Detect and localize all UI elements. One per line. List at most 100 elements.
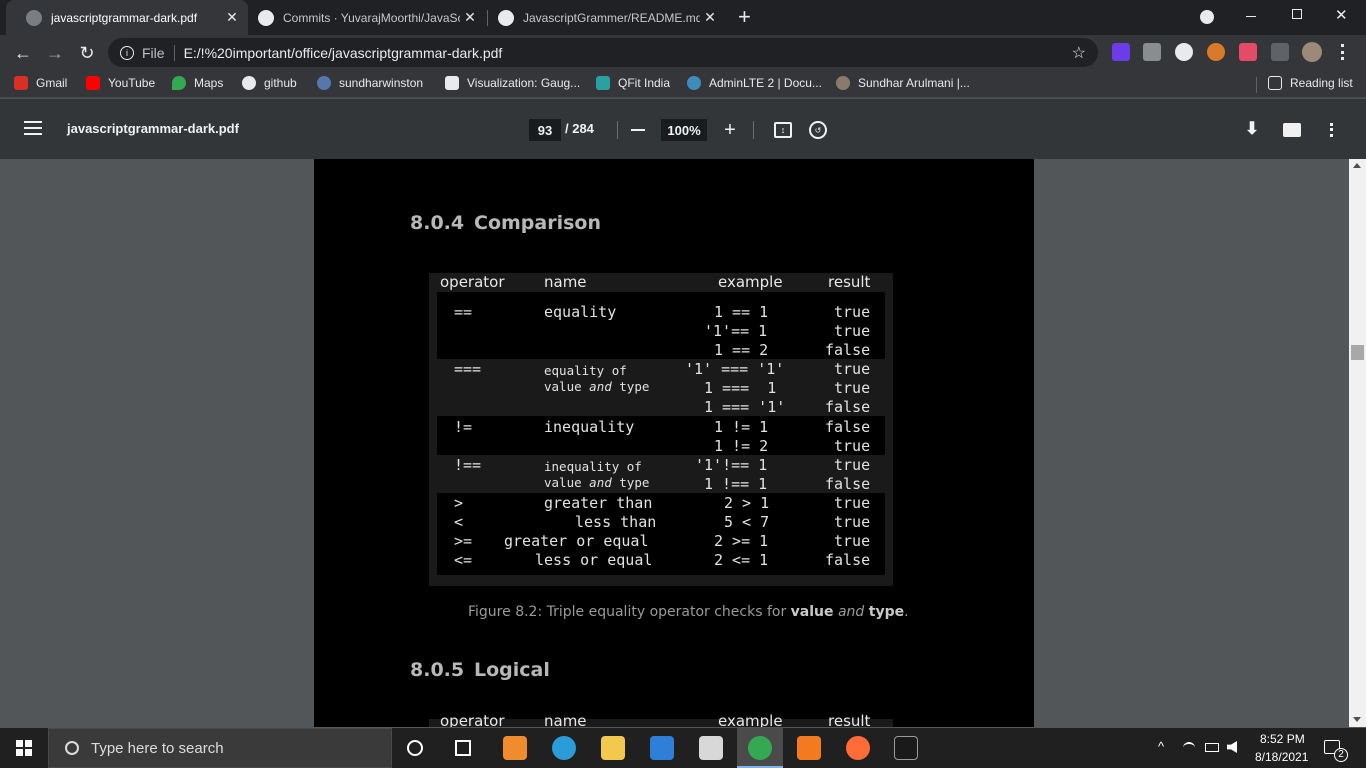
scrollbar-thumb[interactable] xyxy=(1351,345,1364,360)
bookmark-maps[interactable]: Maps xyxy=(172,76,223,90)
bookmark-gmail[interactable]: Gmail xyxy=(14,76,67,90)
result-cell: true xyxy=(834,532,871,550)
extension-icon-1[interactable] xyxy=(1112,43,1130,61)
close-window-icon[interactable]: ✕ xyxy=(1335,6,1348,24)
name-line: inequality of xyxy=(544,459,642,474)
name-cell: value and type xyxy=(544,475,649,490)
store-icon[interactable] xyxy=(699,736,723,760)
task-view-icon[interactable] xyxy=(455,740,471,756)
profile-avatar[interactable] xyxy=(1302,42,1322,62)
tab-commits[interactable]: Commits · YuvarajMoorthi/JavaScr ✕ xyxy=(248,0,486,35)
back-icon[interactable]: ← xyxy=(10,40,36,66)
close-tab-icon[interactable]: ✕ xyxy=(700,9,720,26)
name-emphasis: and xyxy=(589,379,612,394)
extensions-puzzle-icon[interactable] xyxy=(1271,43,1289,61)
vertical-scrollbar[interactable] xyxy=(1349,159,1366,727)
bookmark-adminlte[interactable]: AdminLTE 2 | Docu... xyxy=(687,76,822,90)
minimize-icon[interactable] xyxy=(1246,16,1256,17)
bookmark-sundhar-arulmani[interactable]: Sundhar Arulmani |... xyxy=(836,76,970,90)
postman-icon[interactable] xyxy=(846,736,870,760)
download-icon[interactable]: ⬇ xyxy=(1243,119,1261,139)
extension-icon-3[interactable] xyxy=(1175,43,1193,61)
xampp-icon[interactable] xyxy=(797,736,821,760)
tab-readme[interactable]: JavascriptGrammer/README.md ✕ xyxy=(488,0,726,35)
bookmark-github[interactable]: github xyxy=(242,76,297,90)
name-cell: equality of xyxy=(544,363,627,378)
close-tab-icon[interactable]: ✕ xyxy=(460,9,480,26)
table-row-strict-inequality: !== inequality of value and type '1'!== … xyxy=(437,455,885,493)
file-explorer-icon[interactable] xyxy=(601,736,625,760)
total-pages: / 284 xyxy=(565,121,594,136)
qfit-icon xyxy=(596,76,610,90)
extension-icon-4[interactable] xyxy=(1207,43,1225,61)
gmail-icon xyxy=(14,76,28,90)
windows-start-icon[interactable] xyxy=(16,740,32,756)
info-icon[interactable]: i xyxy=(120,45,134,60)
mail-icon[interactable] xyxy=(650,736,674,760)
zoom-level-input[interactable]: 100% xyxy=(661,119,707,141)
new-tab-button[interactable]: + xyxy=(738,4,751,30)
example-cell: '1'== 1 xyxy=(704,322,768,340)
bookmark-star-icon[interactable]: ☆ xyxy=(1072,43,1086,63)
bookmarks-bar: Gmail YouTube Maps github sundharwinston… xyxy=(0,70,1366,98)
tray-chevron-icon[interactable]: ^ xyxy=(1158,739,1164,754)
caption-text: . xyxy=(904,604,909,620)
zoom-out-icon[interactable] xyxy=(631,129,645,131)
edge-icon[interactable] xyxy=(552,736,576,760)
close-tab-icon[interactable]: ✕ xyxy=(222,9,242,26)
header-result: result xyxy=(828,273,871,291)
result-cell: true xyxy=(834,322,871,340)
bookmark-visualization[interactable]: Visualization: Gaug... xyxy=(445,76,580,90)
tab-pdf[interactable]: javascriptgrammar-dark.pdf ✕ xyxy=(6,0,248,35)
result-cell: true xyxy=(834,494,871,512)
result-cell: false xyxy=(825,418,871,436)
example-cell: 1 === '1' xyxy=(704,398,786,416)
caption-text: Figure 8.2: Triple equality operator che… xyxy=(468,604,791,620)
toolbar-divider xyxy=(753,121,754,139)
name-cell: less or equal xyxy=(535,551,653,569)
reload-icon[interactable]: ↻ xyxy=(74,40,100,66)
restore-icon[interactable] xyxy=(1292,9,1302,19)
chrome-icon[interactable] xyxy=(748,736,772,760)
example-cell: 1 != 2 xyxy=(714,437,769,455)
address-bar[interactable]: i File E:/!%20important/office/javascrip… xyxy=(108,38,1098,67)
extension-icon-5[interactable] xyxy=(1239,43,1257,61)
bookmark-qfit[interactable]: QFit India xyxy=(596,76,670,90)
terminal-icon[interactable] xyxy=(894,736,918,760)
bookmark-sundharwinston[interactable]: sundharwinston xyxy=(317,76,423,90)
scroll-down-arrow[interactable] xyxy=(1353,717,1361,722)
wifi-icon[interactable] xyxy=(1183,742,1195,754)
example-cell: 2 >= 1 xyxy=(714,532,769,550)
pdf-more-icon[interactable] xyxy=(1330,123,1334,137)
table-row-relational: > greater than 2 > 1 true < less than 5 … xyxy=(437,493,885,575)
tab-title: javascriptgrammar-dark.pdf xyxy=(51,10,198,25)
name-cell: less than xyxy=(575,513,657,531)
github-icon xyxy=(258,9,274,26)
cortana-icon[interactable] xyxy=(407,740,423,756)
sublime-text-icon[interactable] xyxy=(503,736,527,760)
clock-time[interactable]: 8:52 PM xyxy=(1260,732,1305,746)
battery-icon[interactable] xyxy=(1205,743,1219,752)
clock-date[interactable]: 8/18/2021 xyxy=(1255,750,1308,764)
forward-icon[interactable]: → xyxy=(42,40,68,66)
result-cell: true xyxy=(834,379,871,397)
tab-search-icon[interactable] xyxy=(1200,10,1214,24)
camera-extension-icon[interactable] xyxy=(1143,43,1161,61)
fit-to-page-icon[interactable]: ↕ xyxy=(774,122,792,138)
github-icon xyxy=(498,9,514,26)
bookmark-label: Sundhar Arulmani |... xyxy=(858,76,970,90)
volume-icon[interactable] xyxy=(1227,741,1237,753)
sidebar-menu-icon[interactable] xyxy=(24,121,42,135)
url-text[interactable]: E:/!%20important/office/javascriptgramma… xyxy=(184,45,503,61)
rotate-icon[interactable]: ↺ xyxy=(809,121,827,139)
browser-menu-icon[interactable] xyxy=(1341,44,1345,60)
zoom-in-icon[interactable]: + xyxy=(720,119,740,141)
avatar-icon xyxy=(317,76,331,90)
taskbar-search-box[interactable]: Type here to search xyxy=(48,728,392,768)
example-cell: 2 > 1 xyxy=(724,494,770,512)
print-icon[interactable] xyxy=(1283,123,1301,137)
reading-list-button[interactable]: Reading list xyxy=(1268,76,1353,90)
bookmark-youtube[interactable]: YouTube xyxy=(86,76,155,90)
scroll-up-arrow[interactable] xyxy=(1353,163,1361,168)
page-number-input[interactable]: 93 xyxy=(529,119,561,141)
